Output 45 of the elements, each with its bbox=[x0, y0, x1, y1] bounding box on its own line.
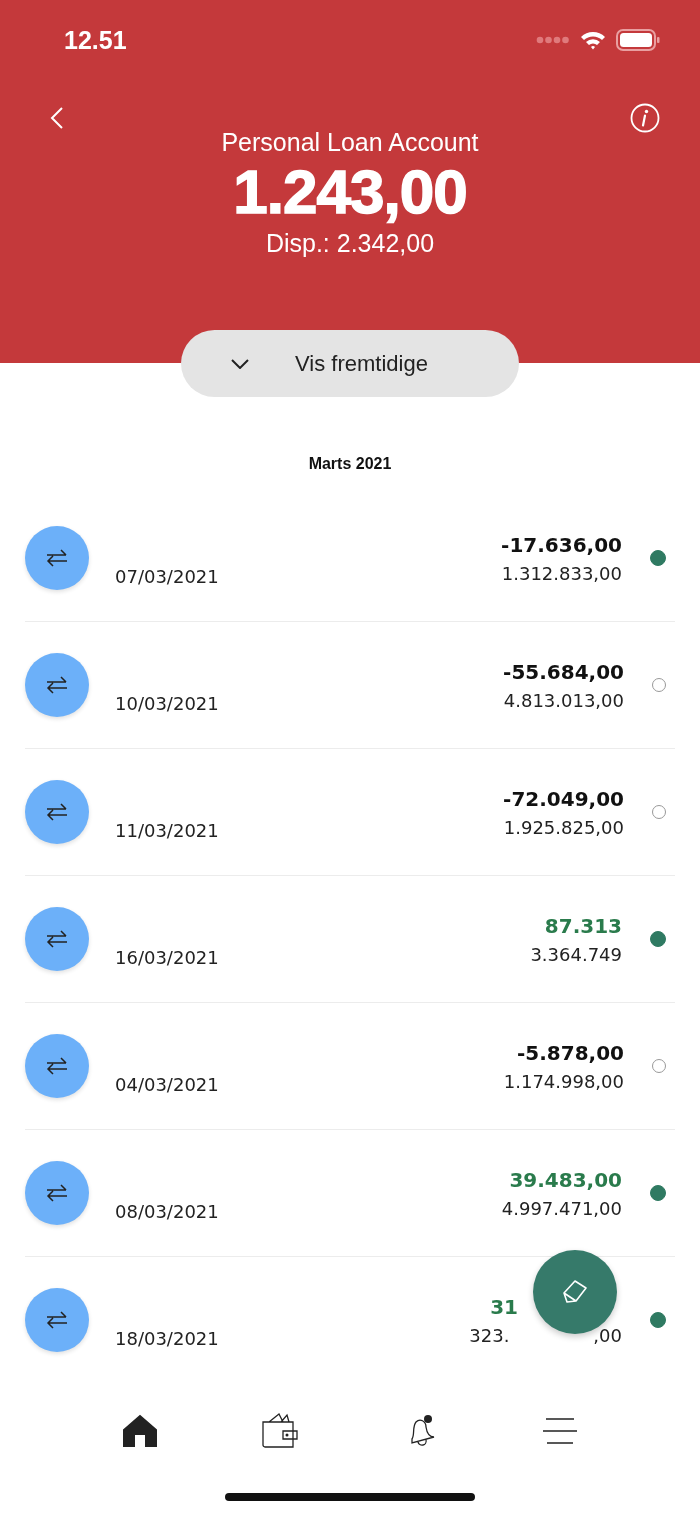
running-balance: 4.813.013,00 bbox=[503, 689, 624, 711]
transaction-amount: -5.878,00 bbox=[517, 1040, 624, 1065]
account-balance: 1.243,00 bbox=[233, 157, 467, 227]
swap-arrows-icon bbox=[45, 1184, 69, 1202]
transaction-amount: -17.636,00 bbox=[501, 532, 622, 557]
transaction-amount: -72.049,00 bbox=[503, 786, 624, 811]
swap-arrows-icon bbox=[45, 676, 69, 694]
chevron-icon bbox=[231, 358, 249, 369]
section-heading: Marts 2021 bbox=[307, 455, 393, 474]
info-icon[interactable] bbox=[630, 103, 660, 133]
running-balance: 4.997.471,00 bbox=[501, 1197, 622, 1219]
running-balance: 1.174.998,00 bbox=[503, 1070, 624, 1092]
swap-arrows-icon bbox=[45, 1311, 69, 1329]
transaction-date: 04/03/2021 bbox=[115, 1073, 219, 1095]
swap-arrows-icon bbox=[45, 930, 69, 948]
running-balance: 3.364.749 bbox=[530, 943, 622, 965]
menu-icon bbox=[542, 1417, 578, 1445]
transaction-amount: 31 bbox=[490, 1294, 518, 1319]
transaction-amount: 39.483,00 bbox=[509, 1167, 622, 1192]
transaction-date: 10/03/2021 bbox=[115, 692, 219, 714]
transaction-amount: -55.684,00 bbox=[503, 659, 624, 684]
transaction-amount: 87.313 bbox=[544, 913, 622, 938]
running-balance: 1.312.833,00 bbox=[501, 562, 622, 584]
transaction-date: 07/03/2021 bbox=[115, 565, 219, 587]
wifi-icon bbox=[580, 30, 606, 50]
tickets-icon bbox=[560, 1278, 590, 1306]
transaction-date: 11/03/2021 bbox=[115, 819, 219, 841]
show-future-button[interactable]: Vis fremtidige bbox=[181, 330, 519, 397]
running-balance: 323. bbox=[469, 1324, 510, 1346]
running-balance: ,00 bbox=[593, 1324, 622, 1346]
signal-icon bbox=[536, 36, 570, 44]
wallet-icon bbox=[261, 1412, 299, 1450]
home-icon bbox=[122, 1414, 158, 1448]
back-icon[interactable] bbox=[50, 106, 64, 130]
status-time: 12.51 bbox=[64, 25, 127, 55]
transaction-date: 18/03/2021 bbox=[115, 1327, 219, 1349]
swap-arrows-icon bbox=[45, 549, 69, 567]
running-balance: 1.925.825,00 bbox=[503, 816, 624, 838]
transaction-date: 08/03/2021 bbox=[115, 1200, 219, 1222]
account-title: Personal Loan Account bbox=[221, 128, 479, 157]
swap-arrows-icon bbox=[45, 803, 69, 821]
battery-icon bbox=[616, 29, 660, 51]
available-balance: Disp.: 2.342,00 bbox=[265, 229, 435, 258]
swap-arrows-icon bbox=[45, 1057, 69, 1075]
transaction-date: 16/03/2021 bbox=[115, 946, 219, 968]
